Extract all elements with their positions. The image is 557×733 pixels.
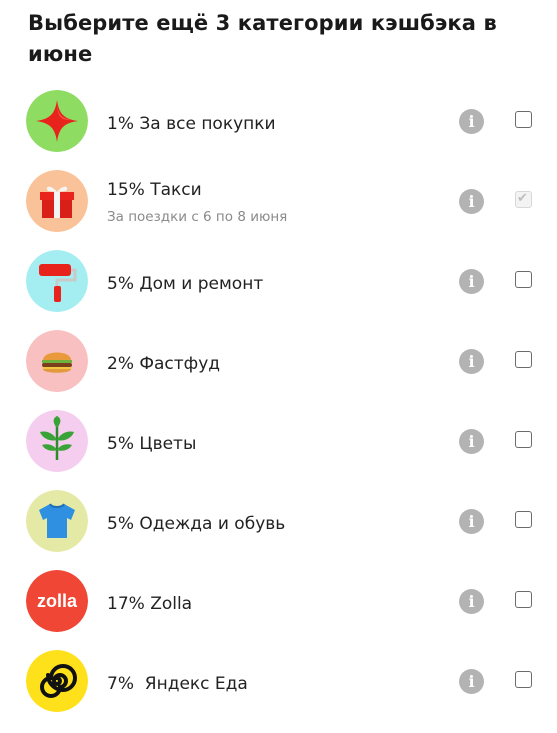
- category-label: 5% Цветы: [107, 434, 197, 454]
- category-label: 15% Такси: [107, 180, 202, 200]
- t-shirt-icon: [26, 490, 88, 552]
- burger-icon: [26, 330, 88, 392]
- category-row-zolla[interactable]: zolla 17% Zolla i: [0, 564, 557, 644]
- category-row-taxi[interactable]: 15% Такси За поездки с 6 по 8 июня i ✔: [0, 164, 557, 244]
- category-label: 5% Дом и ремонт: [107, 274, 264, 294]
- category-label: 7% Яндекс Еда: [107, 674, 248, 694]
- yandex-eda-logo: [26, 650, 88, 712]
- category-checkbox[interactable]: [515, 351, 532, 368]
- category-row-flowers[interactable]: 5% Цветы i: [0, 404, 557, 484]
- info-icon[interactable]: i: [459, 509, 484, 534]
- category-checkbox[interactable]: [515, 671, 532, 688]
- paint-roller-icon: [26, 250, 88, 312]
- category-row-home-repair[interactable]: 5% Дом и ремонт i: [0, 244, 557, 324]
- category-checkbox[interactable]: [515, 111, 532, 128]
- info-icon[interactable]: i: [459, 109, 484, 134]
- category-label: 2% Фастфуд: [107, 354, 221, 374]
- info-icon[interactable]: i: [459, 429, 484, 454]
- category-checkbox[interactable]: [515, 431, 532, 448]
- category-label: 17% Zolla: [107, 594, 193, 614]
- leaf-sprout-icon: [26, 410, 88, 472]
- category-row-all-purchases[interactable]: 1% За все покупки i: [0, 84, 557, 164]
- page-title: Выберите ещё 3 категории кэшбэка в июне: [28, 11, 497, 66]
- category-checkbox[interactable]: [515, 511, 532, 528]
- gift-box-icon: [26, 170, 88, 232]
- category-checkbox[interactable]: [515, 271, 532, 288]
- category-row-fastfood[interactable]: 2% Фастфуд i: [0, 324, 557, 404]
- info-icon[interactable]: i: [459, 269, 484, 294]
- info-icon[interactable]: i: [459, 189, 484, 214]
- zolla-logo-text: zolla: [37, 591, 78, 611]
- category-row-yandex-eda[interactable]: 7% Яндекс Еда i: [0, 644, 557, 724]
- info-icon[interactable]: i: [459, 349, 484, 374]
- red-star-icon: [26, 90, 88, 152]
- category-label: 5% Одежда и обувь: [107, 514, 286, 534]
- category-sublabel: За поездки с 6 по 8 июня: [107, 209, 288, 225]
- category-checkbox[interactable]: [515, 591, 532, 608]
- info-icon[interactable]: i: [459, 589, 484, 614]
- category-label: 1% За все покупки: [107, 114, 276, 134]
- category-row-clothing[interactable]: 5% Одежда и обувь i: [0, 484, 557, 564]
- zolla-logo: zolla: [26, 570, 88, 632]
- check-mark-icon: ✔: [517, 191, 528, 206]
- info-icon[interactable]: i: [459, 669, 484, 694]
- category-checkbox[interactable]: ✔: [515, 191, 532, 208]
